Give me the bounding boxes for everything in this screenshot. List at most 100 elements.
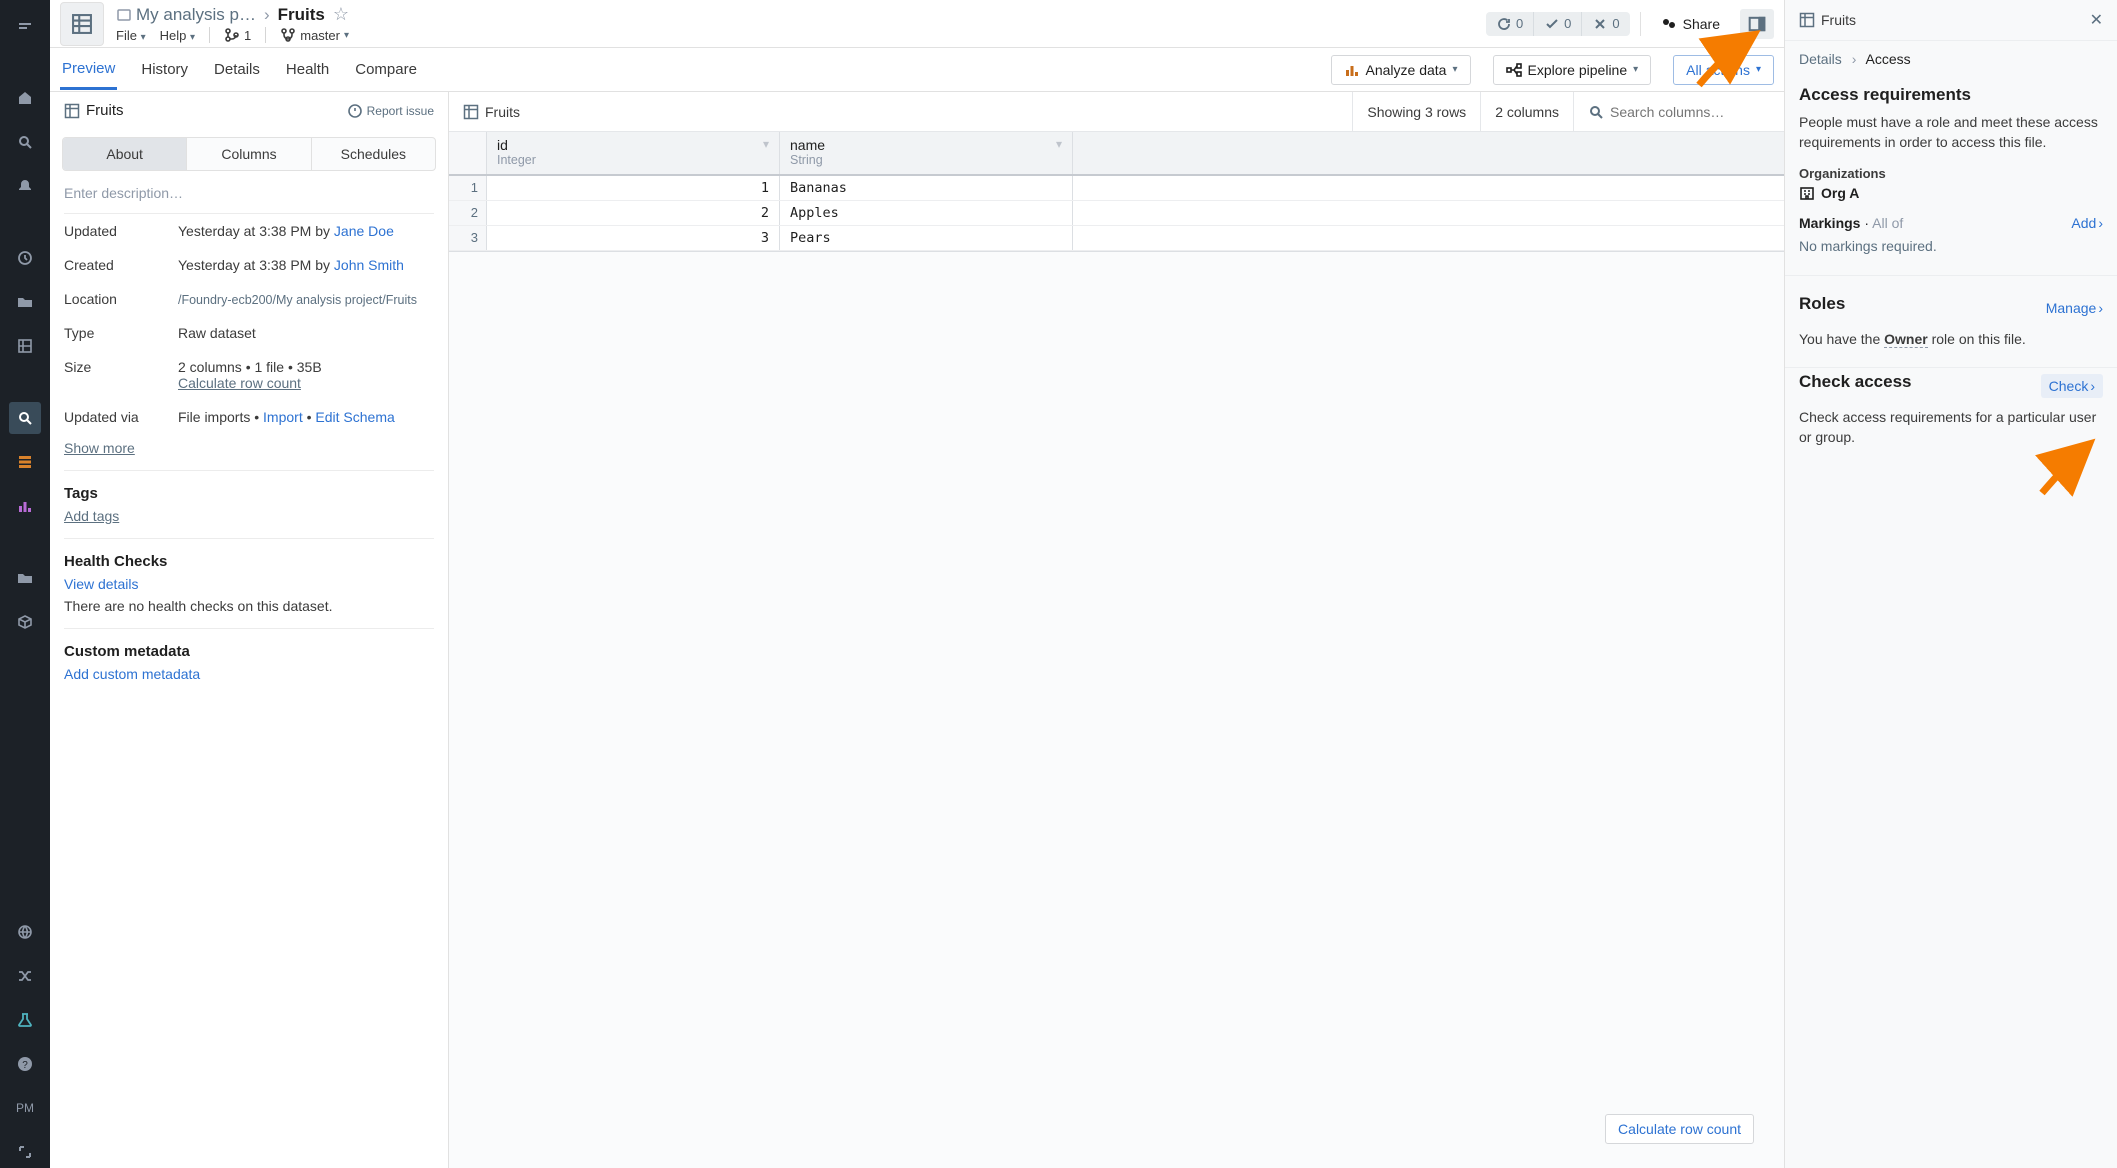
rail-expand-icon[interactable] [9,1136,41,1168]
rail-history-icon[interactable] [9,242,41,274]
check-access-title: Check access [1799,372,1911,392]
tabbar: Preview History Details Health Compare A… [50,48,1784,92]
column-count-indicator: 2 columns [1481,92,1574,131]
tab-details[interactable]: Details [212,51,262,88]
pill-errors[interactable]: 0 [1582,12,1629,36]
subtab-schedules[interactable]: Schedules [312,138,435,170]
access-req-body: People must have a role and meet these a… [1799,113,2103,152]
col-name-menu[interactable]: ▾ [1056,137,1062,151]
rail-folder-icon[interactable] [9,286,41,318]
orgs-label: Organizations [1799,166,2103,181]
rail-pm[interactable]: PM [9,1092,41,1124]
nav-rail: ? PM [0,0,50,1168]
col-name-type: String [790,153,825,167]
side-panel-toggle[interactable] [1740,9,1774,39]
location-path: /Foundry-ecb200/My analysis project/Frui… [178,293,417,307]
star-icon[interactable]: ☆ [333,4,349,25]
rail-package-icon[interactable] [9,606,41,638]
check-access-body: Check access requirements for a particul… [1799,408,2103,447]
tab-health[interactable]: Health [284,51,331,88]
breadcrumb-project[interactable]: My analysis p… [116,5,256,25]
rail-stack-icon[interactable] [9,446,41,478]
side-crumb-details[interactable]: Details [1799,51,1842,67]
roles-title: Roles [1799,294,1845,314]
col-name-name: name [790,137,825,153]
org-item: Org A [1799,185,2103,201]
import-link[interactable]: Import [263,409,303,425]
rail-globe-icon[interactable] [9,916,41,948]
table-row: 2 2 Apples [449,201,1784,226]
about-title: Fruits [86,102,124,119]
meta-title: Custom metadata [50,629,448,666]
report-issue-button[interactable]: Report issue [347,103,434,119]
manage-roles-link[interactable]: Manage › [2046,300,2103,316]
rail-search-icon[interactable] [9,126,41,158]
rail-shuffle-icon[interactable] [9,960,41,992]
table-area: Fruits Showing 3 rows 2 columns id [449,92,1784,1168]
rail-logo[interactable] [9,10,41,42]
status-pills: 0 0 0 [1486,12,1630,36]
check-access-button[interactable]: Check › [2041,374,2103,398]
dataset-type-icon [60,2,104,46]
rail-search-data-icon[interactable] [9,402,41,434]
health-body: There are no health checks on this datas… [50,598,448,628]
svg-text:?: ? [22,1060,28,1071]
col-id-name: id [497,137,536,153]
rail-folder2-icon[interactable] [9,562,41,594]
calc-row-count-button[interactable]: Calculate row count [1605,1114,1754,1144]
close-icon[interactable]: ✕ [2090,10,2103,30]
side-crumb-access: Access [1865,51,1910,67]
created-user-link[interactable]: John Smith [334,257,404,273]
rail-flask-icon[interactable] [9,1004,41,1036]
edit-schema-link[interactable]: Edit Schema [315,409,394,425]
col-id-menu[interactable]: ▾ [763,137,769,151]
add-marking-link[interactable]: Add › [2071,215,2103,231]
all-actions-button[interactable]: All actions▾ [1673,55,1774,85]
calc-row-count-link[interactable]: Calculate row count [178,375,301,391]
table-row: 3 3 Pears [449,226,1784,251]
subtab-about[interactable]: About [63,138,187,170]
description-placeholder[interactable]: Enter description… [64,185,434,201]
rail-home-icon[interactable] [9,82,41,114]
rail-chart-icon[interactable] [9,490,41,522]
menu-help[interactable]: Help ▾ [160,28,195,43]
pill-refresh[interactable]: 0 [1486,12,1534,36]
table-row: 1 1 Bananas [449,176,1784,201]
about-panel: Fruits Report issue About Columns Schedu… [50,92,449,1168]
rail-notifications-icon[interactable] [9,170,41,202]
tab-history[interactable]: History [139,51,190,88]
chevron-right-icon: › [264,5,270,25]
search-columns-input[interactable] [1610,104,1770,120]
analyze-data-button[interactable]: Analyze data▾ [1331,55,1471,85]
show-more-link[interactable]: Show more [50,434,448,470]
share-button[interactable]: Share [1651,10,1730,38]
menu-file[interactable]: File ▾ [116,28,146,43]
tab-compare[interactable]: Compare [353,51,419,88]
side-title: Fruits [1821,12,1856,28]
branch-count[interactable]: 1 [224,27,251,43]
no-markings-text: No markings required. [1799,237,2103,257]
branch-selector[interactable]: master ▾ [280,27,349,43]
table-title: Fruits [485,104,520,120]
rail-help-icon[interactable]: ? [9,1048,41,1080]
topbar: My analysis p… › Fruits ☆ File ▾ Help ▾ … [50,0,1784,48]
tab-preview[interactable]: Preview [60,50,117,90]
subtab-columns[interactable]: Columns [187,138,311,170]
dataset-type: Raw dataset [178,325,434,341]
markings-label: Markings [1799,215,1860,231]
rail-library-icon[interactable] [9,330,41,362]
tags-title: Tags [50,471,448,508]
add-meta-link[interactable]: Add custom metadata [64,666,200,682]
access-req-title: Access requirements [1799,85,2103,105]
roles-body: You have the Owner role on this file. [1799,330,2103,350]
page-title: Fruits [278,5,325,25]
add-tags-link[interactable]: Add tags [50,508,448,538]
updated-user-link[interactable]: Jane Doe [334,223,394,239]
row-count-indicator: Showing 3 rows [1353,92,1481,131]
access-panel: Fruits ✕ Details › Access Access require… [1784,0,2117,1168]
pill-checks[interactable]: 0 [1534,12,1582,36]
view-health-link[interactable]: View details [64,576,138,592]
health-title: Health Checks [50,539,448,576]
col-id-type: Integer [497,153,536,167]
explore-pipeline-button[interactable]: Explore pipeline▾ [1493,55,1652,85]
